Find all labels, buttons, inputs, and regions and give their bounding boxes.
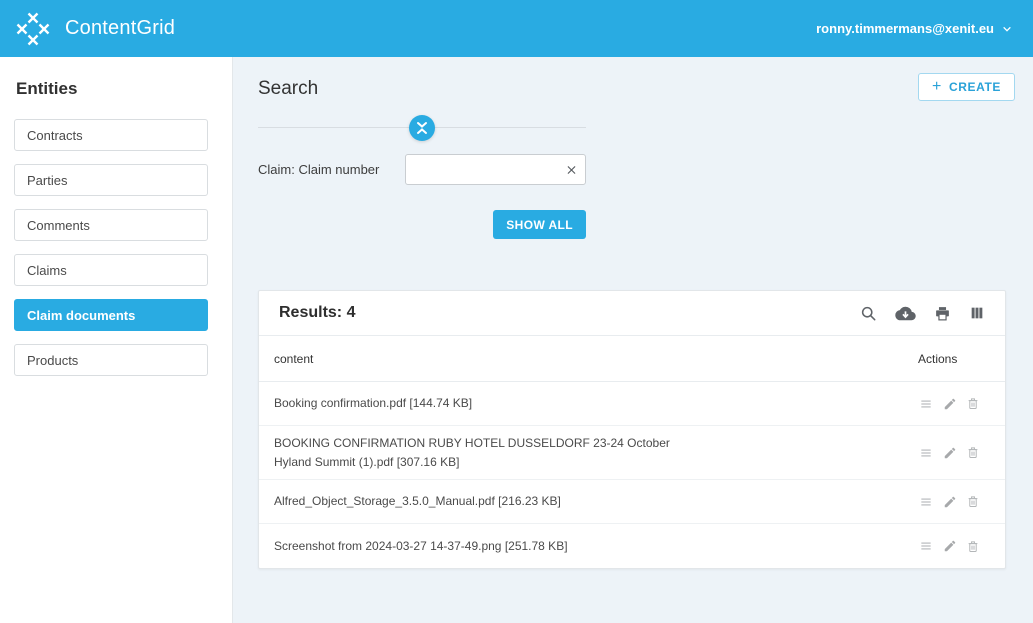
edit-icon bbox=[943, 495, 957, 509]
results-card: Results: 4 bbox=[258, 290, 1006, 569]
file-label: BOOKING CONFIRMATION RUBY HOTEL DUSSELDO… bbox=[274, 434, 679, 471]
delete-button[interactable] bbox=[966, 494, 980, 509]
edit-button[interactable] bbox=[943, 495, 957, 509]
row-actions bbox=[918, 494, 990, 509]
column-header-actions: Actions bbox=[918, 352, 990, 366]
content-cell: BOOKING CONFIRMATION RUBY HOTEL DUSSELDO… bbox=[274, 434, 918, 471]
details-icon bbox=[918, 397, 934, 411]
download-button[interactable] bbox=[895, 305, 916, 322]
search-icon bbox=[860, 305, 877, 322]
file-label: Screenshot from 2024-03-27 14-37-49.png … bbox=[274, 537, 568, 556]
app-window: ContentGrid ronny.timmermans@xenit.eu En… bbox=[0, 0, 1033, 623]
create-button[interactable]: + CREATE bbox=[918, 73, 1015, 101]
clear-input-button[interactable] bbox=[563, 161, 580, 178]
sidebar-item-parties[interactable]: Parties bbox=[14, 164, 208, 196]
columns-button[interactable] bbox=[969, 305, 985, 321]
edit-icon bbox=[943, 397, 957, 411]
content-cell: Alfred_Object_Storage_3.5.0_Manual.pdf [… bbox=[274, 492, 918, 511]
details-icon bbox=[918, 495, 934, 509]
results-header: Results: 4 bbox=[259, 291, 1005, 336]
sidebar-item-claim-documents[interactable]: Claim documents bbox=[14, 299, 208, 331]
claim-number-filter-row: Claim: Claim number bbox=[258, 154, 586, 185]
filter-label: Claim: Claim number bbox=[258, 162, 405, 177]
delete-icon bbox=[966, 396, 980, 411]
top-bar: ContentGrid ronny.timmermans@xenit.eu bbox=[0, 0, 1033, 57]
plus-icon: + bbox=[932, 79, 942, 95]
entities-sidebar: Entities Contracts Parties Comments Clai… bbox=[0, 57, 233, 623]
show-all-button[interactable]: SHOW ALL bbox=[493, 210, 586, 239]
delete-icon bbox=[966, 445, 980, 460]
delete-button[interactable] bbox=[966, 539, 980, 554]
table-row: BOOKING CONFIRMATION RUBY HOTEL DUSSELDO… bbox=[259, 426, 1005, 480]
sidebar-item-label: Parties bbox=[27, 173, 67, 188]
details-button[interactable] bbox=[918, 397, 934, 411]
main-content: Search + CREATE Claim: Claim number bbox=[233, 57, 1033, 623]
columns-icon bbox=[969, 305, 985, 321]
print-icon bbox=[934, 305, 951, 322]
contentgrid-logo-icon bbox=[14, 10, 52, 48]
close-icon bbox=[565, 163, 578, 176]
content-cell: Booking confirmation.pdf [144.74 KB] bbox=[274, 394, 918, 413]
sidebar-item-claims[interactable]: Claims bbox=[14, 254, 208, 286]
chevron-down-icon bbox=[1001, 23, 1013, 35]
delete-button[interactable] bbox=[966, 396, 980, 411]
sidebar-heading: Entities bbox=[16, 79, 208, 99]
sidebar-item-label: Products bbox=[27, 353, 78, 368]
create-button-label: CREATE bbox=[949, 80, 1001, 94]
edit-icon bbox=[943, 446, 957, 460]
column-header-content: content bbox=[274, 352, 918, 366]
table-row: Alfred_Object_Storage_3.5.0_Manual.pdf [… bbox=[259, 480, 1005, 524]
file-label: Booking confirmation.pdf [144.74 KB] bbox=[274, 394, 472, 413]
details-icon bbox=[918, 539, 934, 553]
print-button[interactable] bbox=[934, 305, 951, 322]
sidebar-item-label: Contracts bbox=[27, 128, 83, 143]
row-actions bbox=[918, 396, 990, 411]
table-header-row: content Actions bbox=[259, 336, 1005, 382]
content-cell: Screenshot from 2024-03-27 14-37-49.png … bbox=[274, 537, 918, 556]
collapse-filters-button[interactable] bbox=[409, 115, 435, 141]
details-button[interactable] bbox=[918, 446, 934, 460]
row-actions bbox=[918, 539, 990, 554]
chevron-collapse-icon bbox=[409, 115, 435, 141]
edit-button[interactable] bbox=[943, 397, 957, 411]
search-results-button[interactable] bbox=[860, 305, 877, 322]
sidebar-item-comments[interactable]: Comments bbox=[14, 209, 208, 241]
filter-divider bbox=[258, 127, 586, 128]
results-count: Results: 4 bbox=[279, 304, 355, 322]
app-title: ContentGrid bbox=[65, 17, 175, 40]
claim-number-input[interactable] bbox=[405, 154, 586, 185]
delete-icon bbox=[966, 539, 980, 554]
row-actions bbox=[918, 445, 990, 460]
user-menu[interactable]: ronny.timmermans@xenit.eu bbox=[816, 21, 1013, 36]
sidebar-item-label: Claim documents bbox=[27, 308, 135, 323]
sidebar-item-contracts[interactable]: Contracts bbox=[14, 119, 208, 151]
table-row: Booking confirmation.pdf [144.74 KB] bbox=[259, 382, 1005, 426]
edit-button[interactable] bbox=[943, 539, 957, 553]
filter-input-wrap bbox=[405, 154, 586, 185]
details-button[interactable] bbox=[918, 495, 934, 509]
page-title: Search bbox=[258, 57, 1006, 100]
delete-icon bbox=[966, 494, 980, 509]
results-toolbar bbox=[860, 305, 985, 322]
search-filter-panel: Claim: Claim number SHOW ALL bbox=[258, 100, 586, 239]
table-row: Screenshot from 2024-03-27 14-37-49.png … bbox=[259, 524, 1005, 568]
file-label: Alfred_Object_Storage_3.5.0_Manual.pdf [… bbox=[274, 492, 561, 511]
delete-button[interactable] bbox=[966, 445, 980, 460]
details-icon bbox=[918, 446, 934, 460]
edit-icon bbox=[943, 539, 957, 553]
edit-button[interactable] bbox=[943, 446, 957, 460]
cloud-download-icon bbox=[895, 305, 916, 322]
sidebar-item-label: Comments bbox=[27, 218, 90, 233]
sidebar-item-products[interactable]: Products bbox=[14, 344, 208, 376]
details-button[interactable] bbox=[918, 539, 934, 553]
sidebar-item-label: Claims bbox=[27, 263, 67, 278]
user-email: ronny.timmermans@xenit.eu bbox=[816, 21, 994, 36]
